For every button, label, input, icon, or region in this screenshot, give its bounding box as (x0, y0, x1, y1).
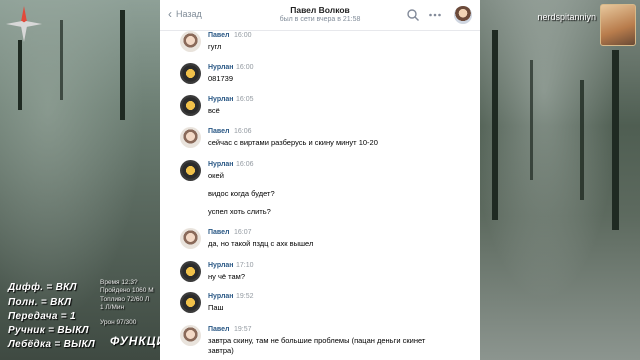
hud-handbrake-status: Ручник = ВЫКЛ (8, 325, 89, 336)
tree (18, 40, 22, 110)
message-text: видос когда будет? (208, 189, 275, 198)
message-author[interactable]: Нурлан (208, 96, 234, 103)
hud-distance: Пройдено 1060 М (100, 287, 154, 294)
message-text: успел хоть слить? (208, 207, 271, 216)
hud-fuel-rate: 1 Л/Мин (100, 304, 125, 311)
message-author[interactable]: Нурлан (208, 64, 234, 71)
avatar[interactable] (180, 261, 201, 282)
message-text: ну чё там? (208, 272, 245, 281)
avatar[interactable] (180, 63, 201, 84)
avatar[interactable] (180, 325, 201, 346)
streamer-name: nerdspitanniyn (537, 12, 596, 22)
message-time: 19:57 (234, 326, 252, 333)
message-time: 17:10 (236, 262, 254, 269)
message-author[interactable]: Павел (208, 32, 229, 39)
avatar[interactable] (180, 127, 201, 148)
message-author[interactable]: Павел (208, 229, 229, 236)
hud-functions-label: ФУНКЦИ (110, 334, 160, 348)
message-author[interactable]: Павел (208, 326, 229, 333)
avatar[interactable] (180, 292, 201, 313)
message-time: 16:06 (236, 161, 254, 168)
compass-icon (6, 6, 42, 42)
tree (60, 20, 63, 100)
chat-panel: ‹ Назад Павел Волков был в сети вчера в … (160, 0, 480, 360)
tree (530, 60, 533, 180)
message-time: 16:07 (234, 229, 252, 236)
more-icon[interactable] (428, 8, 442, 22)
game-view-left: Дифф. = ВКЛ Полн. = ВКЛ Передача = 1 Руч… (0, 0, 160, 360)
search-icon[interactable] (406, 8, 420, 22)
message-time: 16:00 (236, 64, 254, 71)
hud-fuel: Топливо 72/60 Л (100, 296, 150, 303)
tree (612, 50, 619, 230)
hud-fullwheel-status: Полн. = ВКЛ (8, 297, 72, 308)
message-text: да, но такой пздц с ахк вышел (208, 239, 314, 248)
message-text: 081739 (208, 74, 234, 83)
hud-damage: Урон 97/300 (100, 319, 137, 326)
game-view-right: nerdspitanniyn (480, 0, 640, 360)
message-time: 16:00 (234, 32, 252, 39)
hud-diff-status: Дифф. = ВКЛ (8, 282, 77, 293)
avatar[interactable] (180, 95, 201, 116)
webcam-avatar (600, 4, 636, 46)
message-text: завтра скину, там не большие проблемы (п… (208, 336, 426, 345)
avatar[interactable] (180, 31, 201, 52)
tree (120, 10, 125, 120)
message-author[interactable]: Павел (208, 128, 229, 135)
message-text: гугл (208, 42, 222, 51)
chat-header: ‹ Назад Павел Волков был в сети вчера в … (160, 0, 480, 31)
avatar[interactable] (180, 228, 201, 249)
avatar[interactable] (180, 160, 201, 181)
hud-time: Время 12:3? (100, 279, 138, 286)
hud-gear-status: Передача = 1 (8, 311, 76, 322)
message-author[interactable]: Нурлан (208, 293, 234, 300)
message-text: всё (208, 106, 220, 115)
message-text: завтра) (208, 346, 234, 355)
tree (580, 80, 584, 200)
message-author[interactable]: Нурлан (208, 161, 234, 168)
contact-avatar[interactable] (454, 6, 472, 24)
message-text: окей (208, 171, 224, 180)
message-time: 19:52 (236, 293, 254, 300)
message-time: 16:05 (236, 96, 254, 103)
message-author[interactable]: Нурлан (208, 262, 234, 269)
tree (492, 30, 498, 220)
hud-winch-status: Лебёдка = ВЫКЛ (8, 339, 96, 350)
message-text: сейчас с виртами разберусь и скину минут… (208, 138, 378, 147)
message-time: 16:06 (234, 128, 252, 135)
message-text: Паш (208, 303, 224, 312)
